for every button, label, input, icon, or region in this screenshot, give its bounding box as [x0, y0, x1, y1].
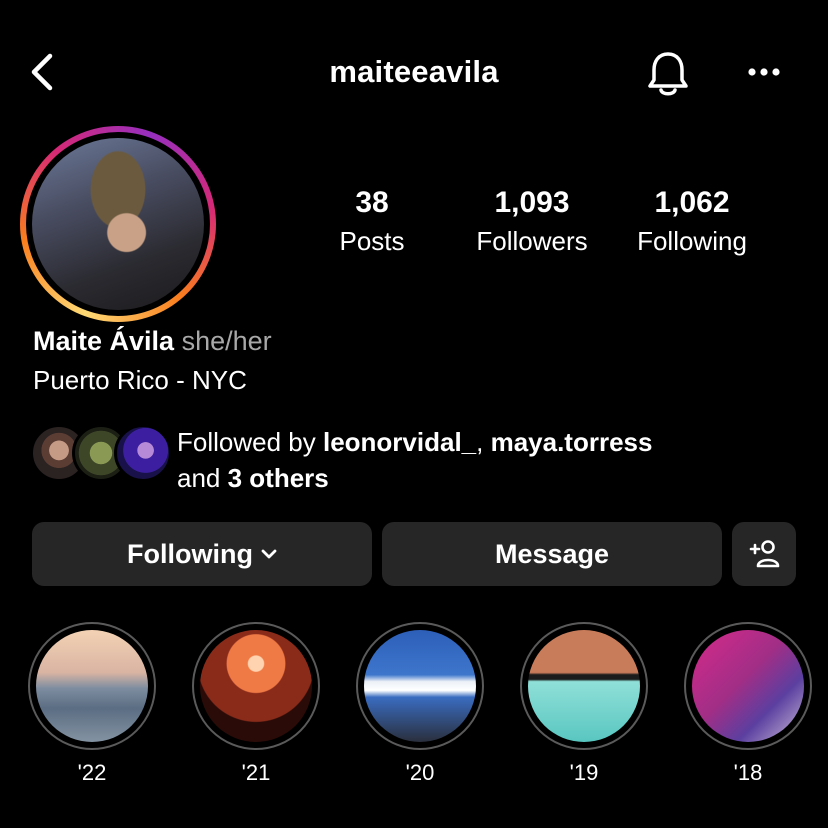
stat-followers[interactable]: 1,093 Followers	[452, 186, 612, 257]
bio-text: Puerto Rico - NYC	[33, 365, 247, 395]
highlight-cover	[200, 630, 312, 742]
highlight-item[interactable]: '19	[520, 622, 648, 786]
stat-followers-label: Followers	[476, 226, 588, 256]
stat-posts-count: 38	[355, 186, 389, 219]
highlight-cover	[36, 630, 148, 742]
mutual-user-1[interactable]: leonorvidal_	[323, 427, 476, 457]
followed-by-prefix: Followed by	[177, 427, 323, 457]
highlight-label: '20	[405, 760, 435, 785]
notifications-button[interactable]	[640, 48, 696, 100]
highlight-item[interactable]: '22	[28, 622, 156, 786]
mutual-avatars	[30, 424, 172, 482]
add-user-icon	[749, 540, 780, 568]
highlight-cover	[364, 630, 476, 742]
bell-icon	[648, 52, 688, 96]
following-button-label: Following	[127, 538, 253, 569]
pronouns: she/her	[181, 326, 272, 356]
profile-stats: 38 Posts 1,093 Followers 1,062 Following	[0, 186, 828, 266]
story-highlights: '22 '21 '20 '19 '18	[0, 622, 828, 792]
followed-by[interactable]: Followed by leonorvidal_, maya.torress an…	[30, 424, 810, 493]
highlight-cover	[692, 630, 804, 742]
highlight-item[interactable]: '21	[192, 622, 320, 786]
more-horizontal-icon	[748, 68, 780, 76]
mutual-avatar	[114, 424, 172, 482]
stat-following-count: 1,062	[654, 186, 730, 219]
highlight-label: '19	[569, 760, 599, 785]
mutual-others[interactable]: 3 others	[228, 463, 329, 493]
highlight-item[interactable]: '18	[684, 622, 812, 786]
followed-by-text: Followed by leonorvidal_, maya.torress an…	[177, 424, 652, 496]
highlight-label: '21	[241, 760, 271, 785]
stat-following[interactable]: 1,062 Following	[612, 186, 772, 257]
followed-by-and: and	[177, 463, 228, 493]
stat-posts-label: Posts	[339, 226, 405, 256]
mutual-user-2[interactable]: maya.torress	[491, 427, 653, 457]
stat-following-label: Following	[637, 226, 747, 256]
stat-followers-count: 1,093	[494, 186, 570, 219]
highlight-cover	[528, 630, 640, 742]
top-bar: maiteeavila	[0, 40, 828, 104]
name-line: Maite Ávila she/her	[33, 326, 272, 357]
highlight-item[interactable]: '20	[356, 622, 484, 786]
message-button-label: Message	[494, 538, 610, 569]
highlight-label: '18	[733, 760, 763, 785]
chevron-down-icon	[261, 548, 277, 560]
following-button[interactable]: Following	[32, 522, 372, 586]
message-button[interactable]: Message	[382, 522, 722, 586]
stat-posts[interactable]: 38 Posts	[292, 186, 452, 257]
add-user-button[interactable]	[732, 522, 796, 586]
more-options-button[interactable]	[738, 54, 790, 90]
display-name: Maite Ávila	[33, 326, 175, 356]
profile-username: maiteeavila	[329, 54, 499, 89]
highlight-label: '22	[77, 760, 107, 785]
followed-by-separator: ,	[476, 427, 491, 457]
